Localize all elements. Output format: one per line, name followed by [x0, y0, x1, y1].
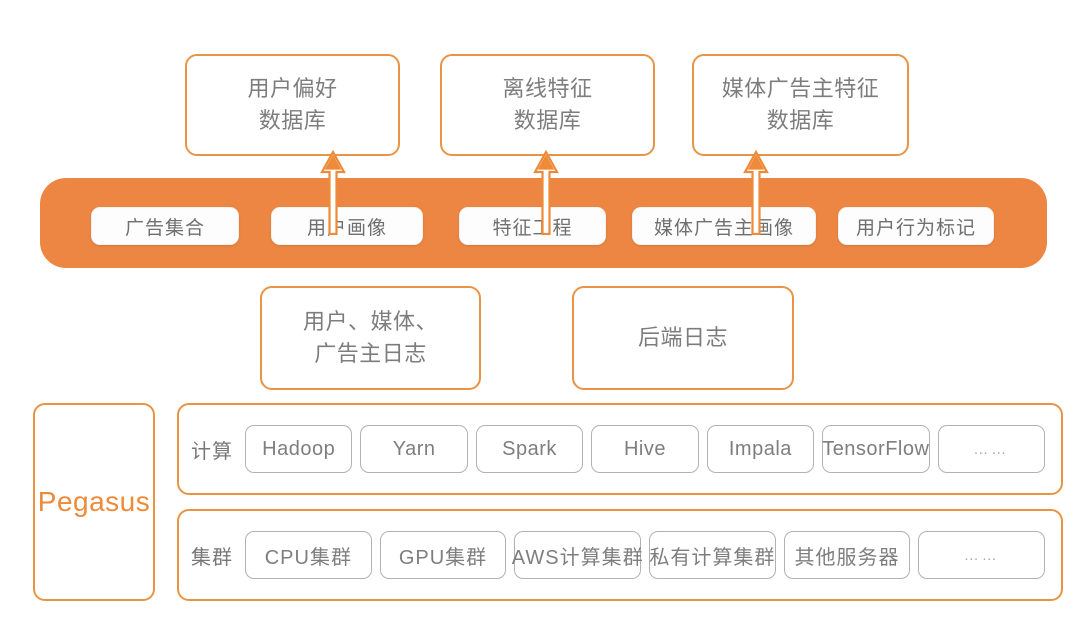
database-box-line1: 用户偏好	[247, 76, 338, 102]
database-box-line2: 数据库	[258, 108, 327, 133]
cluster-chip-cpu[interactable]: CPU集群	[245, 531, 372, 579]
service-pill-media-advertiser-profile[interactable]: 媒体广告主画像	[632, 207, 816, 245]
log-box-user-media-advertiser[interactable]: 用户、媒体、 广告主日志	[260, 286, 481, 390]
database-box-line2: 数据库	[513, 108, 582, 133]
service-pill-label: 广告集合	[124, 217, 205, 239]
row-label-cluster: 集群	[191, 546, 233, 569]
database-box-line1: 离线特征	[502, 76, 593, 102]
platform-row-compute: 计算 Hadoop Yarn Spark Hive Impala TensorF…	[177, 403, 1063, 495]
compute-chip-tensorflow[interactable]: TensorFlow	[822, 425, 930, 473]
cluster-chip-private[interactable]: 私有计算集群	[649, 531, 776, 579]
cluster-chip-gpu[interactable]: GPU集群	[379, 531, 507, 579]
cluster-chip-aws[interactable]: AWS计算集群	[512, 531, 643, 579]
database-box-line2: 数据库	[766, 108, 835, 133]
row-label-compute: 计算	[191, 440, 233, 463]
database-box-line1: 媒体广告主特征	[721, 76, 880, 102]
database-box-media-advertiser-feature[interactable]: 媒体广告主特征 数据库	[692, 54, 909, 156]
service-pill-label: 媒体广告主画像	[653, 217, 794, 239]
service-pill-label: 用户行为标记	[855, 217, 976, 239]
compute-chip-spark[interactable]: Spark	[475, 425, 584, 473]
diagram-canvas: 用户偏好 数据库 离线特征 数据库 媒体广告主特征 数据库 广告集合 用户画像 …	[0, 0, 1080, 634]
database-box-text: 媒体广告主特征 数据库	[722, 73, 880, 137]
pegasus-label: Pegasus	[37, 485, 151, 517]
arrow-feature-engineering-to-offline-db	[533, 150, 559, 235]
log-box-line2: 广告主日志	[314, 341, 427, 366]
arrow-advertiser-profile-to-media-db	[743, 150, 769, 235]
cluster-chip-more[interactable]: ……	[918, 531, 1046, 579]
compute-chip-more[interactable]: ……	[937, 425, 1045, 473]
log-box-text: 用户、媒体、 广告主日志	[303, 306, 438, 370]
log-box-backend[interactable]: 后端日志	[572, 286, 794, 390]
compute-chip-impala[interactable]: Impala	[706, 425, 815, 473]
log-box-line1: 后端日志	[637, 325, 728, 351]
arrow-user-profile-to-preference-db	[320, 150, 346, 235]
cluster-chip-other-servers[interactable]: 其他服务器	[783, 531, 911, 579]
platform-row-cluster: 集群 CPU集群 GPU集群 AWS计算集群 私有计算集群 其他服务器 ……	[177, 509, 1063, 601]
database-box-offline-feature[interactable]: 离线特征 数据库	[440, 54, 655, 156]
compute-chip-hadoop[interactable]: Hadoop	[245, 425, 353, 473]
service-pill-user-behavior-tag[interactable]: 用户行为标记	[838, 207, 994, 245]
log-box-line1: 用户、媒体、	[302, 309, 438, 335]
compute-chip-yarn[interactable]: Yarn	[360, 425, 468, 473]
database-box-user-preference[interactable]: 用户偏好 数据库	[185, 54, 400, 156]
service-pill-ad-collection[interactable]: 广告集合	[91, 207, 239, 245]
compute-chip-hive[interactable]: Hive	[591, 425, 699, 473]
pegasus-platform-box[interactable]: Pegasus	[33, 403, 155, 601]
database-box-text: 用户偏好 数据库	[247, 73, 337, 137]
database-box-text: 离线特征 数据库	[502, 73, 592, 137]
